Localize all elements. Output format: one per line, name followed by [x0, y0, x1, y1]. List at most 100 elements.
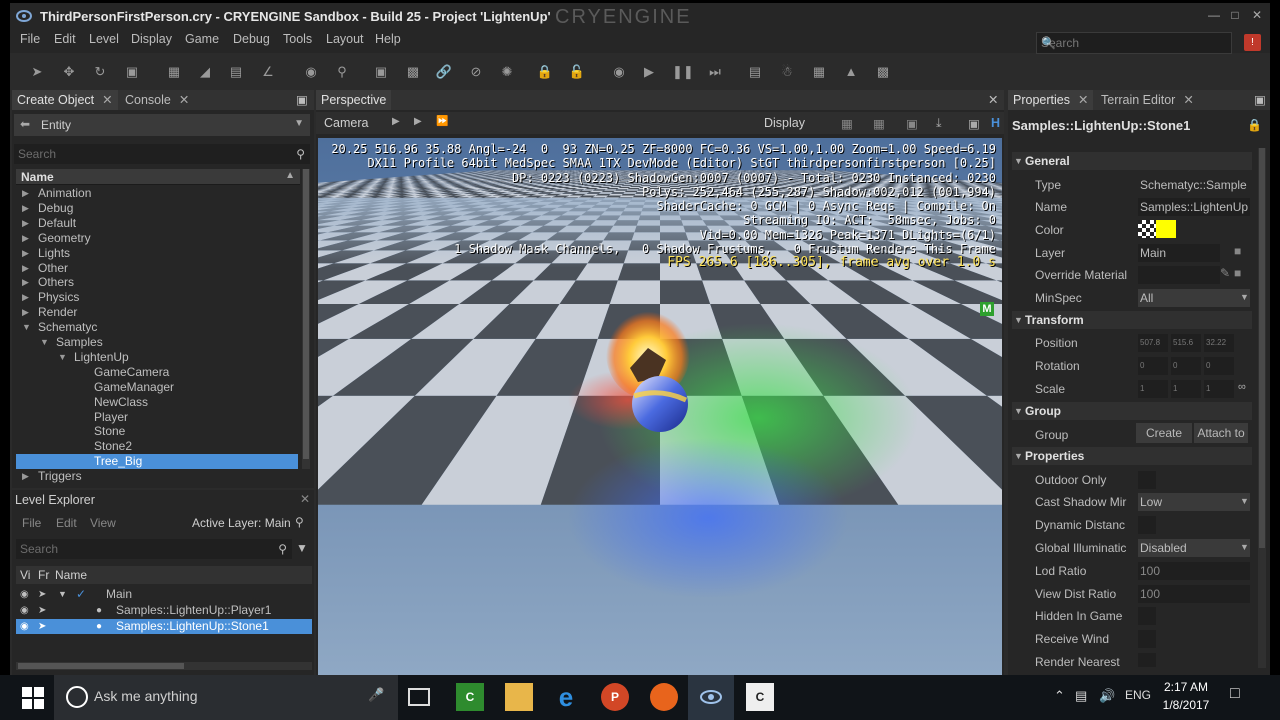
- close-icon[interactable]: ✕: [179, 93, 189, 107]
- le-menu-view[interactable]: View: [90, 516, 116, 530]
- tree-item[interactable]: GameManager: [16, 380, 298, 395]
- level-hscrollbar[interactable]: [16, 662, 312, 670]
- 3d-viewport[interactable]: 20.25 516.96 35.88 Angl=-24 0 93 ZN=0.25…: [318, 138, 1002, 675]
- layout-icon[interactable]: ▤: [746, 63, 764, 81]
- level-row[interactable]: ◉ ➤ ● Samples::LightenUp::Stone1: [16, 619, 312, 634]
- maximize-viewport-icon[interactable]: ▣: [968, 116, 980, 131]
- color-swatch[interactable]: [1138, 220, 1176, 238]
- snap-terrain-icon[interactable]: ▤: [227, 63, 245, 81]
- close-icon[interactable]: ✕: [102, 93, 112, 107]
- network-icon[interactable]: ▤: [1075, 688, 1087, 704]
- section-group[interactable]: ▼ Group: [1012, 402, 1252, 420]
- expand-right-icon[interactable]: ▶: [22, 290, 32, 305]
- language-indicator[interactable]: ENG: [1125, 688, 1151, 702]
- expand-down-icon[interactable]: ▼: [58, 587, 67, 602]
- lock-selection-icon[interactable]: 🔒: [536, 63, 554, 81]
- tree-item[interactable]: ▼ Samples: [16, 335, 298, 350]
- menu-tools[interactable]: Tools: [283, 32, 312, 46]
- snap-icon[interactable]: ▦: [873, 116, 885, 131]
- outdoor-only-checkbox[interactable]: [1138, 471, 1156, 489]
- tree-item[interactable]: ▶ Animation: [16, 186, 298, 201]
- maximize-icon[interactable]: □: [1226, 7, 1244, 23]
- camera-menu[interactable]: Camera: [324, 116, 368, 130]
- tree-item[interactable]: ▶ Physics: [16, 290, 298, 305]
- move-tool-icon[interactable]: ✥: [60, 63, 78, 81]
- tab-properties[interactable]: Properties ✕: [1008, 90, 1094, 110]
- name-field[interactable]: Samples::LightenUp: [1138, 198, 1250, 216]
- tree-item[interactable]: ▶ Others: [16, 275, 298, 290]
- link-icon[interactable]: 🔗: [435, 63, 453, 81]
- tree-item[interactable]: Stone: [16, 424, 298, 439]
- position-y[interactable]: 515.6: [1171, 334, 1201, 352]
- tab-perspective[interactable]: Perspective: [316, 90, 392, 110]
- col-frozen[interactable]: Fr: [38, 568, 49, 582]
- download-icon[interactable]: ⤓: [936, 116, 942, 131]
- rotation-y[interactable]: 0: [1171, 357, 1201, 375]
- le-menu-file[interactable]: File: [22, 516, 41, 530]
- snap-grid-icon[interactable]: ▦: [165, 63, 183, 81]
- expand-right-icon[interactable]: ▶: [22, 246, 32, 261]
- menu-display[interactable]: Display: [131, 32, 172, 46]
- menu-file[interactable]: File: [20, 32, 40, 46]
- lock-icon[interactable]: 🔒: [1247, 118, 1262, 132]
- override-material-field[interactable]: [1138, 266, 1220, 284]
- menu-layout[interactable]: Layout: [326, 32, 364, 46]
- terrain-icon[interactable]: ▲: [842, 63, 860, 81]
- tree-item[interactable]: Player: [16, 410, 298, 425]
- tree-item[interactable]: ▶ Render: [16, 305, 298, 320]
- particles-icon[interactable]: ▦: [810, 63, 828, 81]
- col-name[interactable]: Name: [55, 568, 87, 582]
- screenshot-icon[interactable]: ▣: [906, 116, 918, 131]
- scale-z[interactable]: 1: [1204, 380, 1234, 398]
- section-transform[interactable]: ▼ Transform: [1012, 311, 1252, 329]
- chevron-up-icon[interactable]: ⌃: [1054, 688, 1065, 704]
- hidden-in-game-checkbox[interactable]: [1138, 607, 1156, 625]
- cast-shadow-select[interactable]: Low: [1138, 493, 1250, 511]
- close-icon[interactable]: ✕: [988, 90, 998, 110]
- tab-create-object[interactable]: Create Object ✕: [12, 90, 118, 110]
- expand-down-icon[interactable]: ▼: [22, 320, 32, 335]
- search-icon[interactable]: ⚲: [295, 515, 304, 529]
- level-search-input[interactable]: Search ⚲: [16, 539, 292, 559]
- create-group-button[interactable]: Create: [1136, 423, 1192, 443]
- paint-icon[interactable]: ◉: [302, 63, 320, 81]
- snap-normal-icon[interactable]: ∠: [259, 63, 277, 81]
- expand-right-icon[interactable]: ▶: [22, 305, 32, 320]
- visibility-eye-icon[interactable]: ◉: [20, 619, 29, 634]
- physics-icon[interactable]: ✺: [498, 63, 516, 81]
- scale-x[interactable]: 1: [1138, 380, 1168, 398]
- tree-item[interactable]: Tree_Big: [16, 454, 298, 470]
- next-camera-icon[interactable]: ▶: [414, 116, 422, 127]
- select-tool-icon[interactable]: ➤: [28, 63, 46, 81]
- expand-right-icon[interactable]: ▶: [22, 201, 32, 216]
- play-icon[interactable]: ▶: [640, 63, 658, 81]
- tree-item[interactable]: ▶ Triggers: [16, 469, 298, 484]
- unlink-icon[interactable]: ⊘: [467, 63, 485, 81]
- lod-ratio-field[interactable]: 100: [1138, 562, 1250, 580]
- clock-date[interactable]: 1/8/2017: [1158, 698, 1214, 712]
- action-center-icon[interactable]: □: [1230, 685, 1240, 703]
- rotation-z[interactable]: 0: [1204, 357, 1234, 375]
- level-row[interactable]: ◉ ➤ ● Samples::LightenUp::Player1: [16, 603, 312, 618]
- pick-material-icon[interactable]: ✎: [1220, 266, 1230, 280]
- tree-scrollbar[interactable]: [302, 169, 310, 469]
- level-row[interactable]: ◉ ➤ ▼ ✓ Main: [16, 587, 312, 602]
- expand-right-icon[interactable]: ▶: [22, 186, 32, 201]
- windows-start-icon[interactable]: [22, 687, 44, 709]
- visibility-eye-icon[interactable]: ◉: [20, 587, 29, 602]
- close-icon[interactable]: ✕: [1183, 93, 1193, 107]
- panel-options-icon[interactable]: ▣: [1254, 90, 1266, 110]
- panel-options-icon[interactable]: ▣: [296, 90, 308, 110]
- menu-level[interactable]: Level: [89, 32, 119, 46]
- close-icon[interactable]: ✕: [300, 492, 310, 506]
- scrollbar-thumb[interactable]: [18, 663, 184, 669]
- help-icon[interactable]: H: [991, 116, 1000, 130]
- character-icon[interactable]: ☃: [778, 63, 796, 81]
- close-icon[interactable]: ✕: [1248, 7, 1266, 23]
- freeze-pointer-icon[interactable]: ➤: [38, 619, 46, 634]
- clock-time[interactable]: 2:17 AM: [1162, 680, 1210, 694]
- flowgraph-icon[interactable]: ▩: [874, 63, 892, 81]
- fast-forward-icon[interactable]: ⏩: [436, 116, 448, 127]
- chevron-right-icon[interactable]: ▶: [392, 116, 400, 127]
- dynamic-distance-checkbox[interactable]: [1138, 516, 1156, 534]
